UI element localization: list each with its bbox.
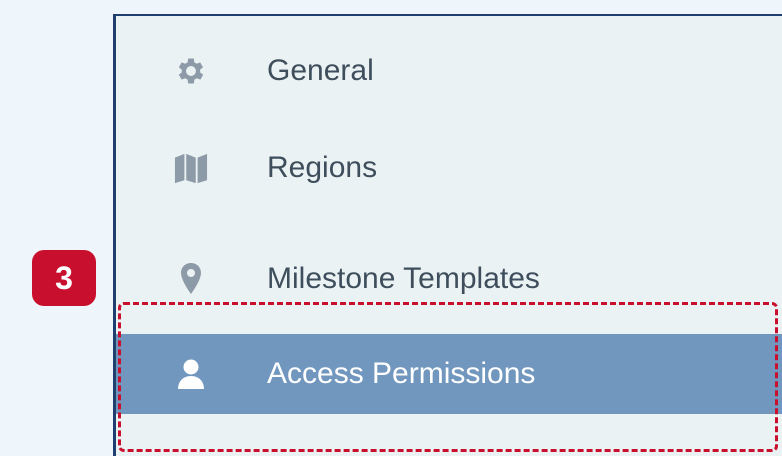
menu-item-label: Regions: [267, 151, 378, 184]
menu-item-general[interactable]: General: [116, 31, 782, 111]
gear-icon: [174, 54, 208, 88]
menu-item-label: General: [267, 54, 374, 87]
map-icon: [174, 151, 208, 185]
map-marker-icon: [174, 262, 208, 296]
user-icon: [174, 357, 208, 391]
settings-menu-panel: General Regions Milestone Templates Acce…: [113, 14, 782, 456]
step-number-badge: 3: [32, 250, 96, 306]
menu-item-label: Milestone Templates: [267, 262, 540, 295]
menu-item-access-permissions[interactable]: Access Permissions: [116, 334, 782, 414]
menu-item-milestone-templates[interactable]: Milestone Templates: [116, 239, 782, 319]
menu-item-regions[interactable]: Regions: [116, 128, 782, 208]
menu-item-label: Access Permissions: [267, 357, 536, 390]
